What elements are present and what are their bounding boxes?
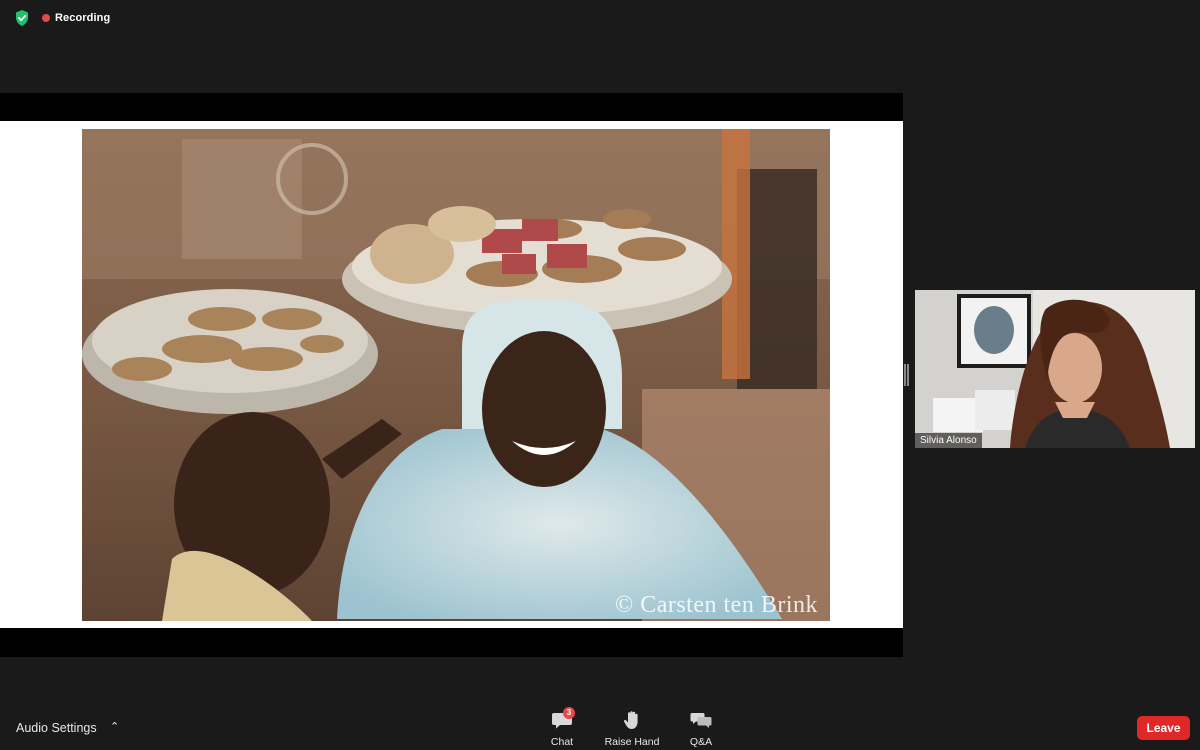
recording-label: Recording (55, 12, 111, 24)
chat-icon: 3 (551, 707, 575, 730)
qa-label: Q&A (689, 736, 713, 748)
recording-dot-icon (42, 14, 50, 22)
shared-screen: © Carsten ten Brink (0, 93, 903, 657)
participant-video-tile[interactable]: Silvia Alonso (915, 290, 1195, 448)
top-status-bar: Recording (0, 0, 1200, 36)
chevron-up-icon[interactable]: ⌃ (110, 720, 119, 733)
chat-button[interactable]: 3 Chat (527, 707, 597, 750)
chat-badge: 3 (563, 707, 575, 719)
chat-label: Chat (550, 736, 574, 748)
qa-icon (690, 710, 712, 730)
raise-hand-icon (621, 710, 643, 730)
qa-button[interactable]: Q&A (666, 710, 736, 750)
raise-hand-button[interactable]: Raise Hand (597, 710, 667, 750)
recording-indicator[interactable]: Recording (42, 10, 110, 26)
shield-check-icon[interactable] (12, 8, 32, 28)
participant-video-feed (915, 290, 1195, 448)
raise-hand-label: Raise Hand (604, 736, 660, 748)
bottom-toolbar: Audio Settings ⌃ 3 Chat Raise Hand Q&A L… (0, 706, 1200, 750)
leave-button[interactable]: Leave (1137, 716, 1190, 740)
participant-name-label: Silvia Alonso (915, 433, 982, 448)
photo-watermark: © Carsten ten Brink (614, 592, 818, 618)
shared-slide: © Carsten ten Brink (0, 121, 903, 628)
panel-resize-handle[interactable] (904, 364, 909, 386)
shared-photo: © Carsten ten Brink (82, 129, 830, 621)
audio-settings-button[interactable]: Audio Settings (16, 721, 97, 735)
